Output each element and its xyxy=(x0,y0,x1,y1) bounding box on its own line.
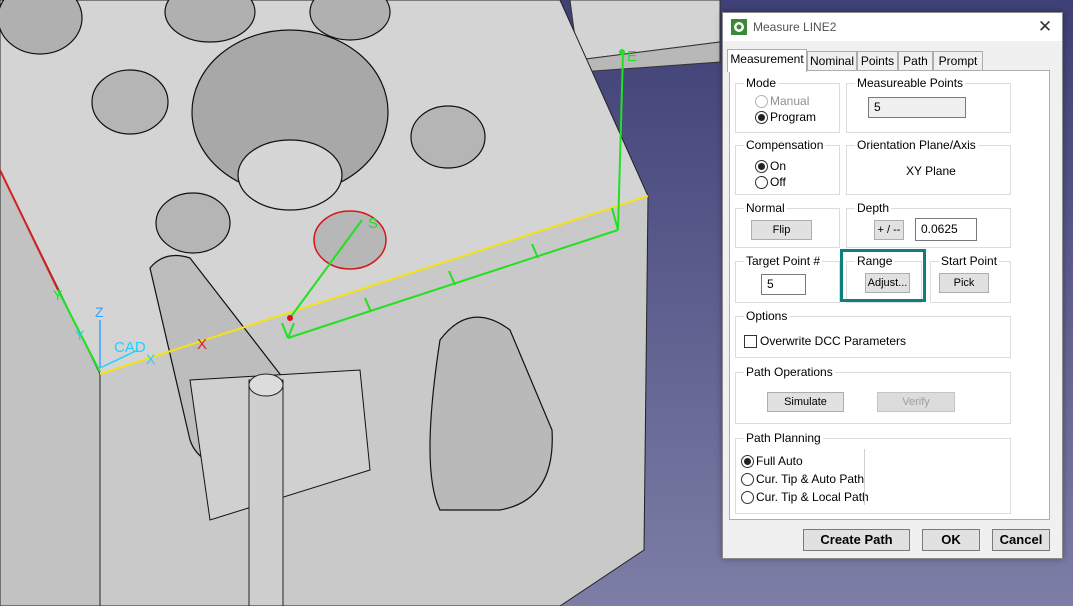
title-bar[interactable]: Measure LINE2 ✕ xyxy=(723,13,1062,41)
target-point-field[interactable]: 5 xyxy=(761,274,806,295)
tip-auto-path-label: Cur. Tip & Auto Path xyxy=(756,472,865,486)
full-auto-label: Full Auto xyxy=(756,454,803,468)
path-point xyxy=(287,315,293,321)
compensation-off-radio[interactable] xyxy=(755,176,768,189)
axis-x: X xyxy=(146,351,156,367)
end-marker: E xyxy=(627,48,637,65)
ok-button[interactable]: OK xyxy=(922,529,980,551)
overwrite-dcc-checkbox[interactable] xyxy=(744,335,757,348)
measurable-points-group: Measureable Points 5 xyxy=(846,76,1011,133)
measure-app-icon xyxy=(731,19,747,35)
program-label: Program xyxy=(770,110,817,124)
compensation-on-label: On xyxy=(770,159,787,173)
tab-nominal[interactable]: Nominal xyxy=(807,51,857,71)
path-planning-label: Path Planning xyxy=(744,431,823,445)
probe-stylus xyxy=(248,379,284,606)
compensation-on-radio[interactable] xyxy=(755,160,768,173)
simulate-button[interactable]: Simulate xyxy=(767,392,844,412)
measurable-points-field: 5 xyxy=(868,97,966,118)
measurable-points-label: Measureable Points xyxy=(855,76,966,90)
cad-label: CAD xyxy=(114,339,146,356)
orientation-value: XY Plane xyxy=(906,164,956,178)
tab-prompt[interactable]: Prompt xyxy=(933,51,983,71)
start-point-group: Start Point Pick xyxy=(930,254,1011,303)
close-icon[interactable]: ✕ xyxy=(1034,16,1056,38)
tab-points[interactable]: Points xyxy=(857,51,898,71)
pick-button[interactable]: Pick xyxy=(939,273,989,293)
normal-group: Normal Flip xyxy=(735,201,840,248)
orientation-label: Orientation Plane/Axis xyxy=(855,138,978,152)
compensation-off-label: Off xyxy=(770,175,786,189)
create-path-button[interactable]: Create Path xyxy=(803,529,910,551)
start-marker: S xyxy=(368,215,378,232)
target-point-label: Target Point # xyxy=(744,254,823,268)
path-end-point xyxy=(619,49,625,55)
depth-field[interactable]: 0.0625 xyxy=(915,218,977,241)
path-operations-label: Path Operations xyxy=(744,365,835,379)
compensation-label: Compensation xyxy=(744,138,826,152)
depth-group: Depth + / -- 0.0625 xyxy=(846,201,1011,248)
cross-marker: X xyxy=(197,336,207,353)
tab-path[interactable]: Path xyxy=(898,51,933,71)
options-label: Options xyxy=(744,309,790,323)
mode-label: Mode xyxy=(744,76,779,90)
tip-local-path-label: Cur. Tip & Local Path xyxy=(756,490,869,504)
cancel-button[interactable]: Cancel xyxy=(992,529,1050,551)
target-point-group: Target Point # 5 xyxy=(735,254,840,303)
tab-measurement[interactable]: Measurement xyxy=(727,49,807,72)
depth-sign-button[interactable]: + / -- xyxy=(874,220,904,240)
compensation-group: Compensation On Off xyxy=(735,138,840,195)
start-point-label: Start Point xyxy=(939,254,1000,268)
axis-z: Z xyxy=(95,304,104,320)
path-operations-group: Path Operations Simulate Verify xyxy=(735,365,1011,424)
depth-label: Depth xyxy=(855,201,892,215)
overwrite-dcc-label: Overwrite DCC Parameters xyxy=(760,334,907,348)
manual-label: Manual xyxy=(770,94,810,108)
verify-button[interactable]: Verify xyxy=(877,392,955,412)
tip-auto-path-radio[interactable] xyxy=(741,473,754,486)
probe-tip xyxy=(248,373,284,397)
normal-label: Normal xyxy=(744,201,787,215)
options-group: Options Overwrite DCC Parameters xyxy=(735,309,1011,358)
tip-local-path-radio[interactable] xyxy=(741,491,754,504)
manual-radio[interactable] xyxy=(755,95,768,108)
mode-group: Mode Manual Program xyxy=(735,76,840,133)
dialog-title: Measure LINE2 xyxy=(753,20,837,34)
path-planning-divider xyxy=(864,449,865,505)
program-radio[interactable] xyxy=(755,111,768,124)
flip-button[interactable]: Flip xyxy=(751,220,812,240)
orientation-group: Orientation Plane/Axis XY Plane xyxy=(846,138,1011,195)
axis-y-top: Y xyxy=(53,287,63,303)
axis-y: Y xyxy=(75,327,85,343)
path-planning-group: Path Planning Full Auto Cur. Tip & Auto … xyxy=(735,431,1011,514)
full-auto-radio[interactable] xyxy=(741,455,754,468)
range-highlight-box xyxy=(840,249,926,302)
